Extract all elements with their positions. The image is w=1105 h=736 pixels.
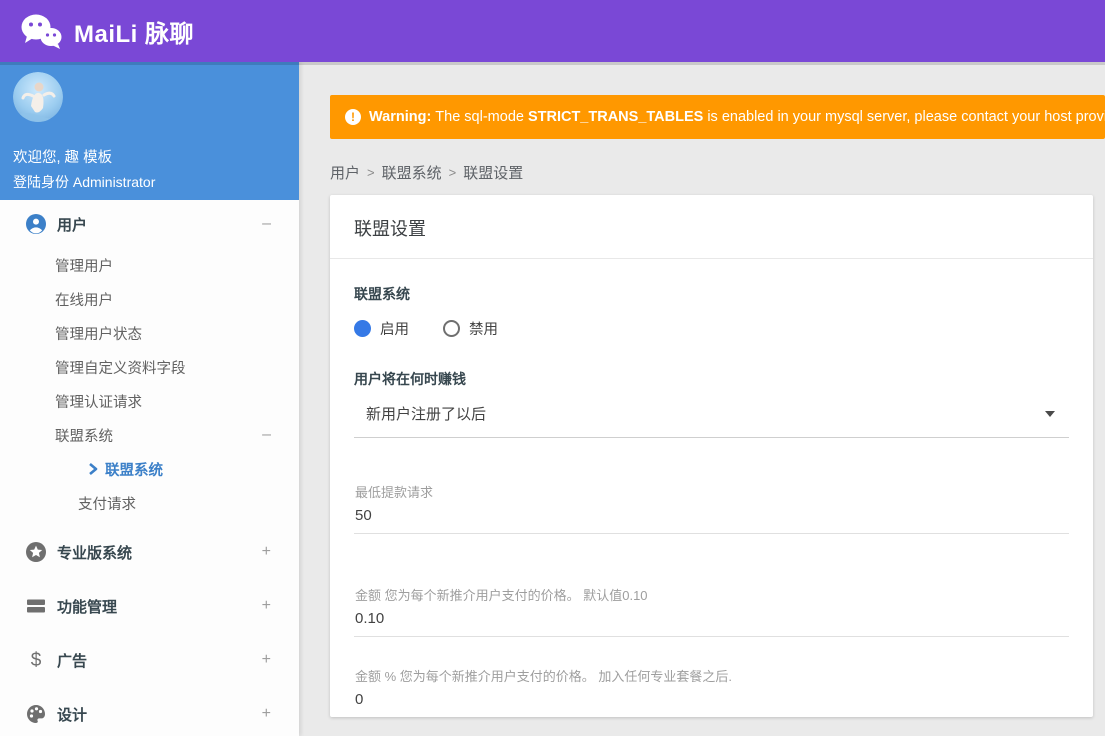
breadcrumb-item-users[interactable]: 用户	[330, 162, 360, 183]
earn-when-select[interactable]: 新用户注册了以后	[354, 403, 1069, 438]
star-icon	[26, 542, 46, 562]
sidebar-item-label: 联盟系统	[105, 462, 163, 479]
expand-plus-icon[interactable]: +	[262, 543, 271, 561]
chevron-right-icon	[88, 463, 98, 475]
sidebar-item-label: 管理用户	[55, 258, 113, 275]
collapse-minus-icon[interactable]: –	[262, 426, 271, 444]
card-body: 联盟系统 启用 禁用 用户将在何时赚钱 新用户注册了以后 最低提款请求 50 金…	[330, 259, 1093, 717]
amount-label: 金额 您为每个新推介用户支付的价格。 默认值0.10	[355, 588, 648, 603]
earn-when-selected-value: 新用户注册了以后	[366, 406, 487, 423]
sidebar-item-users[interactable]: 用户 –	[0, 200, 299, 248]
amount-input[interactable]	[354, 608, 1069, 637]
profile-panel: 欢迎您, 趣 模板 登陆身份 Administrator	[0, 62, 299, 200]
sidebar-item-design[interactable]: 设计 +	[0, 687, 299, 736]
collapse-minus-icon[interactable]: –	[262, 215, 271, 233]
sidebar-item-custom-fields[interactable]: 管理自定义资料字段	[0, 350, 299, 384]
chevron-down-icon	[1045, 410, 1055, 417]
expand-plus-icon[interactable]: +	[262, 597, 271, 615]
sidebar-item-label: 管理用户状态	[55, 326, 142, 343]
min-withdrawal-label: 最低提款请求	[355, 485, 434, 500]
sidebar-item-ads[interactable]: $ 广告 +	[0, 633, 299, 687]
radio-label: 禁用	[469, 322, 498, 338]
breadcrumb: 用户 > 联盟系统 > 联盟设置	[330, 162, 1105, 183]
min-withdrawal-group: 最低提款请求	[354, 482, 1069, 534]
sidebar-item-verification-requests[interactable]: 管理认证请求	[0, 384, 299, 418]
wechat-logo-icon	[20, 13, 62, 49]
sidebar-item-manage-users[interactable]: 管理用户	[0, 248, 299, 282]
palette-icon	[26, 704, 46, 724]
sidebar-item-affiliates-settings-active[interactable]: 联盟系统	[0, 452, 299, 486]
exclamation-circle-icon: !	[345, 109, 361, 125]
sidebar-item-label: 广告	[57, 652, 88, 670]
expand-plus-icon[interactable]: +	[262, 651, 271, 669]
sidebar-item-label: 用户	[57, 216, 88, 234]
percent-group: 金额 % 您为每个新推介用户支付的价格。 加入任何专业套餐之后.	[354, 666, 1069, 717]
radio-selected-icon[interactable]	[354, 320, 371, 337]
affiliate-system-radio-group: 启用 禁用	[354, 318, 1069, 339]
sidebar-item-label: 专业版系统	[57, 544, 133, 562]
radio-unselected-icon[interactable]	[443, 320, 460, 337]
sidebar-item-label: 设计	[57, 706, 88, 724]
radio-enabled[interactable]: 启用	[354, 318, 409, 339]
sidebar-item-label: 管理自定义资料字段	[55, 360, 186, 377]
sidebar-item-label: 在线用户	[55, 292, 113, 309]
card-title: 联盟设置	[330, 195, 1093, 259]
sidebar-item-pro-system[interactable]: 专业版系统 +	[0, 525, 299, 579]
breadcrumb-item-affiliates[interactable]: 联盟系统	[382, 162, 442, 183]
user-avatar[interactable]	[13, 72, 63, 122]
affiliate-system-label: 联盟系统	[354, 286, 410, 302]
breadcrumb-separator: >	[367, 165, 375, 180]
sidebar-item-label: 支付请求	[78, 496, 136, 513]
breadcrumb-item-settings: 联盟设置	[463, 165, 524, 182]
percent-label: 金额 % 您为每个新推介用户支付的价格。 加入任何专业套餐之后.	[355, 669, 733, 684]
app-title: MaiLi 脉聊	[74, 20, 195, 48]
sidebar: 欢迎您, 趣 模板 登陆身份 Administrator 用户 – 管理用户 在…	[0, 62, 299, 736]
warning-bold-term: STRICT_TRANS_TABLES	[527, 109, 704, 125]
warning-banner: ! Warning: The sql-mode STRICT_TRANS_TAB…	[330, 95, 1105, 139]
layers-icon	[26, 596, 46, 616]
radio-disabled[interactable]: 禁用	[443, 318, 498, 339]
sidebar-item-user-status[interactable]: 管理用户状态	[0, 316, 299, 350]
amount-group: 金额 您为每个新推介用户支付的价格。 默认值0.10	[354, 585, 1069, 637]
settings-card: 联盟设置 联盟系统 启用 禁用 用户将在何时赚钱 新用户注册了以后 最低提款请求	[330, 195, 1093, 717]
welcome-text: 欢迎您, 趣 模板	[13, 150, 113, 166]
sidebar-item-label: 联盟系统	[55, 428, 113, 445]
role-text: 登陆身份 Administrator	[13, 174, 156, 190]
top-bar: MaiLi 脉聊	[0, 0, 1105, 62]
sidebar-item-label: 功能管理	[57, 598, 118, 616]
sidebar-menu: 用户 – 管理用户 在线用户 管理用户状态 管理自定义资料字段 管理认证请求 联…	[0, 200, 299, 736]
percent-input[interactable]	[354, 689, 1069, 717]
radio-label: 启用	[380, 322, 409, 338]
expand-plus-icon[interactable]: +	[262, 705, 271, 723]
svg-text:$: $	[31, 650, 42, 670]
sidebar-item-features[interactable]: 功能管理 +	[0, 579, 299, 633]
breadcrumb-separator: >	[448, 165, 457, 180]
dollar-icon: $	[26, 650, 46, 670]
sidebar-item-online-users[interactable]: 在线用户	[0, 282, 299, 316]
sidebar-item-affiliates-group[interactable]: 联盟系统 –	[0, 418, 299, 452]
warning-text: is enabled in your mysql server, please …	[707, 109, 1105, 125]
app-logo[interactable]: MaiLi 脉聊	[20, 13, 194, 49]
warning-text: The sql-mode	[435, 109, 524, 125]
user-icon	[26, 214, 46, 234]
sidebar-item-payment-requests[interactable]: 支付请求	[0, 486, 299, 520]
main-content: ! Warning: The sql-mode STRICT_TRANS_TAB…	[300, 62, 1105, 736]
sidebar-item-label: 管理认证请求	[55, 394, 142, 411]
warning-label: Warning:	[369, 109, 432, 125]
min-withdrawal-input[interactable]	[354, 505, 1069, 534]
earn-when-label: 用户将在何时赚钱	[354, 371, 466, 387]
